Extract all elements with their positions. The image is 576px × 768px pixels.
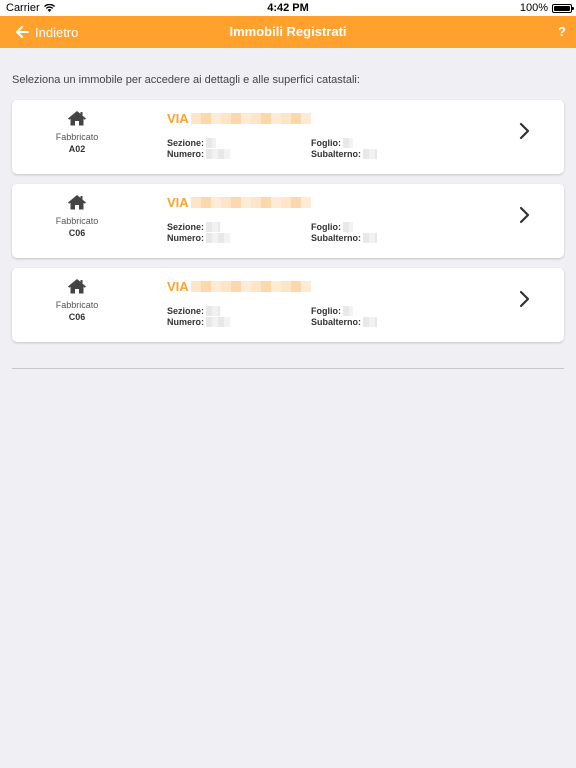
property-category: A02	[68, 144, 86, 154]
property-type-label: Fabbricato	[55, 132, 99, 142]
foglio-field: Foglio:	[311, 138, 353, 148]
foglio-label: Foglio:	[311, 138, 341, 148]
sezione-label: Sezione:	[167, 222, 205, 232]
house-icon	[68, 195, 86, 210]
property-address: VIA	[167, 195, 311, 210]
numero-redacted	[206, 317, 231, 327]
foglio-field: Foglio:	[311, 222, 353, 232]
help-button[interactable]: ?	[558, 16, 566, 48]
chevron-right-icon	[519, 122, 530, 140]
status-bar: Carrier 4:42 PM 100%	[0, 0, 576, 16]
sezione-field: Sezione:	[167, 138, 217, 148]
nav-bar: Indietro Immobili Registrati ?	[0, 16, 576, 48]
back-button-label: Indietro	[35, 24, 79, 40]
battery-percent: 100%	[519, 2, 548, 14]
foglio-label: Foglio:	[311, 306, 341, 316]
status-right: 100%	[519, 2, 574, 14]
numero-redacted	[206, 149, 231, 159]
sezione-redacted	[206, 138, 217, 148]
address-prefix: VIA	[167, 195, 189, 210]
foglio-redacted	[343, 138, 353, 148]
property-type: Fabbricato C06	[52, 194, 102, 239]
house-icon	[68, 111, 86, 126]
intro-text: Seleziona un immobile per accedere ai de…	[12, 74, 360, 86]
chevron-right-icon	[519, 290, 530, 308]
foglio-redacted	[343, 222, 353, 232]
page-title: Immobili Registrati	[229, 24, 347, 39]
sezione-redacted	[206, 306, 221, 316]
subalterno-redacted	[363, 317, 378, 327]
battery-icon	[552, 3, 574, 13]
property-card[interactable]: Fabbricato C06 VIA Sezione: Numero: Fogl…	[12, 184, 564, 258]
address-prefix: VIA	[167, 279, 189, 294]
numero-redacted	[206, 233, 231, 243]
numero-field: Numero:	[167, 149, 231, 159]
property-category: C06	[68, 228, 86, 238]
sezione-label: Sezione:	[167, 306, 205, 316]
address-redacted	[190, 281, 311, 292]
list-divider	[12, 368, 564, 369]
property-list: Fabbricato A02 VIA Sezione: Numero: Fogl…	[12, 100, 564, 352]
subalterno-redacted	[363, 149, 378, 159]
numero-label: Numero:	[167, 317, 205, 327]
arrow-left-icon	[16, 26, 29, 38]
subalterno-field: Subalterno:	[311, 233, 378, 243]
subalterno-redacted	[363, 233, 378, 243]
numero-field: Numero:	[167, 233, 231, 243]
subalterno-label: Subalterno:	[311, 317, 362, 327]
property-card[interactable]: Fabbricato A02 VIA Sezione: Numero: Fogl…	[12, 100, 564, 174]
back-button[interactable]: Indietro	[16, 16, 78, 48]
property-address: VIA	[167, 111, 311, 126]
subalterno-label: Subalterno:	[311, 149, 362, 159]
foglio-redacted	[343, 306, 353, 316]
address-prefix: VIA	[167, 111, 189, 126]
foglio-label: Foglio:	[311, 222, 341, 232]
numero-label: Numero:	[167, 149, 205, 159]
foglio-field: Foglio:	[311, 306, 353, 316]
property-type-label: Fabbricato	[55, 216, 99, 226]
sezione-field: Sezione:	[167, 222, 221, 232]
property-type-label: Fabbricato	[55, 300, 99, 310]
house-icon	[68, 279, 86, 294]
subalterno-field: Subalterno:	[311, 149, 378, 159]
property-card[interactable]: Fabbricato C06 VIA Sezione: Numero: Fogl…	[12, 268, 564, 342]
property-type: Fabbricato C06	[52, 278, 102, 323]
property-type: Fabbricato A02	[52, 110, 102, 155]
sezione-redacted	[206, 222, 221, 232]
address-redacted	[190, 197, 311, 208]
status-time: 4:42 PM	[267, 2, 309, 14]
sezione-field: Sezione:	[167, 306, 221, 316]
numero-label: Numero:	[167, 233, 205, 243]
sezione-label: Sezione:	[167, 138, 205, 148]
subalterno-label: Subalterno:	[311, 233, 362, 243]
subalterno-field: Subalterno:	[311, 317, 378, 327]
numero-field: Numero:	[167, 317, 231, 327]
chevron-right-icon	[519, 206, 530, 224]
property-category: C06	[68, 312, 86, 322]
property-address: VIA	[167, 279, 311, 294]
address-redacted	[190, 113, 311, 124]
